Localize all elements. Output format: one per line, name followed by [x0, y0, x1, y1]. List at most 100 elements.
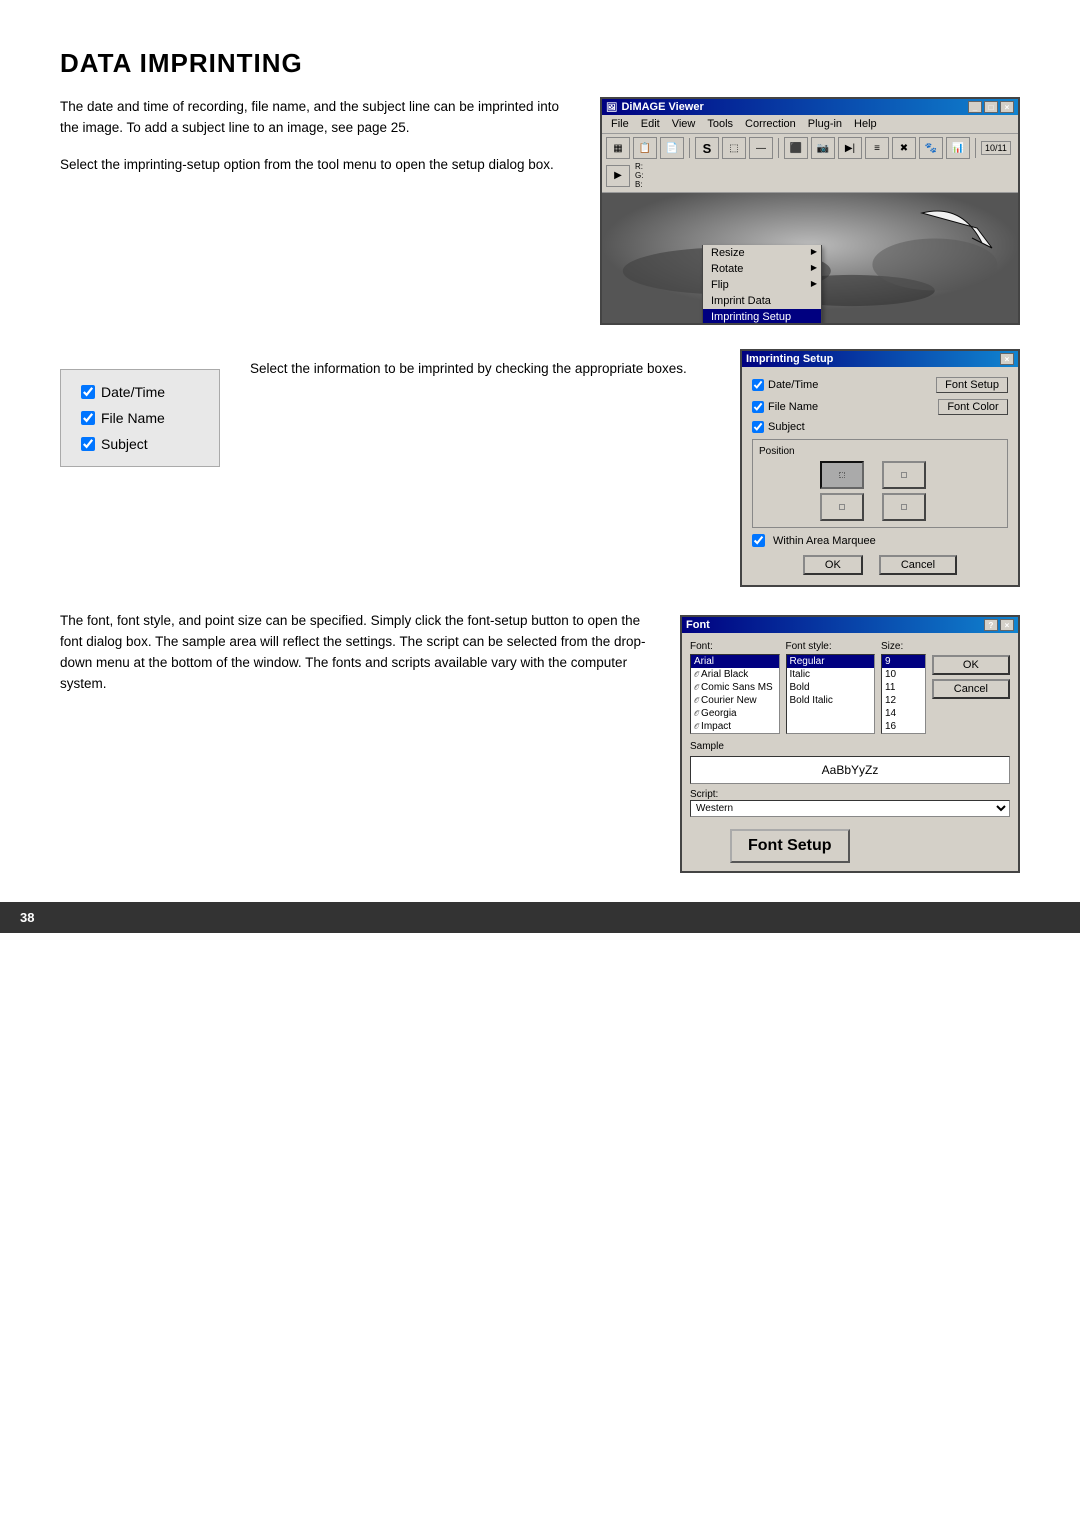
tb-btn-4[interactable]: ⬚ [722, 137, 746, 159]
menu-flip[interactable]: Flip [703, 277, 821, 293]
dlg-cb-subject[interactable] [752, 421, 764, 433]
pos-top-left[interactable] [820, 461, 864, 489]
font-item-4[interactable]: 𝒪Georgia [691, 707, 779, 720]
minimize-button[interactable]: _ [968, 101, 982, 113]
size-item-3[interactable]: 12 [882, 694, 925, 707]
maximize-button[interactable]: □ [984, 101, 998, 113]
imprinting-title: Imprinting Setup [746, 353, 833, 365]
ok-button[interactable]: OK [803, 555, 863, 575]
cb-subject: Subject [81, 436, 199, 452]
row-datetime: Date/Time Font Setup [752, 377, 1008, 393]
imprinting-titlebar: Imprinting Setup × [742, 351, 1018, 367]
menu-help[interactable]: Help [849, 117, 882, 131]
font-name-label: Font: [690, 641, 780, 652]
paragraph1: The date and time of recording, file nam… [60, 97, 570, 139]
pos-bottom-left[interactable] [820, 493, 864, 521]
menu-view[interactable]: View [667, 117, 701, 131]
style-selected: Regular [787, 655, 875, 668]
font-item-1[interactable]: 𝒪Arial Black [691, 668, 779, 681]
tb-btn-7[interactable]: 📷 [811, 137, 835, 159]
font-item-3[interactable]: 𝒪Courier New [691, 694, 779, 707]
size-item-1[interactable]: 10 [882, 668, 925, 681]
font-item-2[interactable]: 𝒪Comic Sans MS [691, 681, 779, 694]
tb-btn-5[interactable]: — [749, 137, 773, 159]
font-title: Font [686, 619, 710, 631]
font-ok-button[interactable]: OK [932, 655, 1010, 675]
tb-btn-2[interactable]: 📋 [633, 137, 657, 159]
pos-top-right[interactable] [882, 461, 926, 489]
size-item-4[interactable]: 14 [882, 707, 925, 720]
menu-correction[interactable]: Correction [740, 117, 801, 131]
paragraph4: The font, font style, and point size can… [60, 611, 650, 695]
style-item-1[interactable]: Italic [787, 668, 875, 681]
cb-filename-input[interactable] [81, 411, 95, 425]
tb-btn-s[interactable]: S [695, 137, 719, 159]
menu-tools[interactable]: Tools [702, 117, 738, 131]
script-label: Script: [690, 789, 718, 800]
cb-datetime-input[interactable] [81, 385, 95, 399]
imprinting-close-btn[interactable]: × [1000, 353, 1014, 365]
tb-btn-11[interactable]: 🐾 [919, 137, 943, 159]
tb-btn-1[interactable]: ▦ [606, 137, 630, 159]
size-listbox[interactable]: 9 10 11 12 14 16 18 [881, 654, 926, 734]
pos-indicator-tl [839, 472, 845, 478]
size-item-6[interactable]: 18 [882, 733, 925, 734]
dimage-titlebar: 🖼 DiMAGE Viewer _ □ × [602, 99, 1018, 115]
menu-file[interactable]: File [606, 117, 634, 131]
font-item-5[interactable]: 𝒪Impact [691, 720, 779, 733]
bottom-section: The font, font style, and point size can… [60, 611, 1020, 873]
menu-edit[interactable]: Edit [636, 117, 665, 131]
tb-btn-3[interactable]: 📄 [660, 137, 684, 159]
within-area-row: Within Area Marquee [752, 534, 1008, 547]
pos-indicator-br [901, 504, 907, 510]
font-style-label: Font style: [786, 641, 876, 652]
paragraph2: Select the imprinting-setup option from … [60, 155, 570, 176]
close-button[interactable]: × [1000, 101, 1014, 113]
pos-indicator-bl [839, 504, 845, 510]
font-close-btn[interactable]: × [1000, 619, 1014, 631]
pos-bottom-right[interactable] [882, 493, 926, 521]
font-item-6[interactable]: 𝒪Lucida Console [691, 733, 779, 734]
menu-resize[interactable]: Resize [703, 245, 821, 261]
size-item-5[interactable]: 16 [882, 720, 925, 733]
style-listbox[interactable]: Regular Italic Bold Bold Italic [786, 654, 876, 734]
tb-btn-9[interactable]: ≡ [865, 137, 889, 159]
menu-imprinting-setup[interactable]: Imprinting Setup [703, 309, 821, 323]
within-area-label: Within Area Marquee [773, 535, 876, 547]
page-content: DATA IMPRINTING The date and time of rec… [0, 0, 1080, 933]
font-setup-button[interactable]: Font Setup [936, 377, 1008, 393]
cb-datetime-label: Date/Time [101, 384, 165, 400]
dimage-screenshot: 🖼 DiMAGE Viewer _ □ × File Edit View Too… [600, 97, 1020, 325]
top-content-area: The date and time of recording, file nam… [60, 97, 1020, 325]
dlg-datetime-label: Date/Time [768, 379, 818, 391]
menu-plugin[interactable]: Plug-in [803, 117, 847, 131]
subject-checkbox-group: Subject [752, 421, 805, 433]
tb-btn-10[interactable]: ✖ [892, 137, 916, 159]
cb-subject-input[interactable] [81, 437, 95, 451]
font-cancel-button[interactable]: Cancel [932, 679, 1010, 699]
font-win-controls: ? × [984, 619, 1014, 631]
tb-btn-8[interactable]: ▶| [838, 137, 862, 159]
dlg-cb-datetime[interactable] [752, 379, 764, 391]
sample-area: AaBbYyZz [690, 756, 1010, 784]
font-help-btn[interactable]: ? [984, 619, 998, 631]
font-listbox[interactable]: Arial 𝒪Arial Black 𝒪Comic Sans MS 𝒪Couri… [690, 654, 780, 734]
font-color-button[interactable]: Font Color [938, 399, 1008, 415]
tb-btn-12[interactable]: 📊 [946, 137, 970, 159]
within-area-checkbox[interactable] [752, 534, 765, 547]
dlg-filename-label: File Name [768, 401, 818, 413]
menu-bar: File Edit View Tools Correction Plug-in … [602, 115, 1018, 134]
tb-btn-6[interactable]: ⬛ [784, 137, 808, 159]
cancel-button[interactable]: Cancel [879, 555, 957, 575]
style-item-3[interactable]: Bold Italic [787, 694, 875, 707]
size-item-2[interactable]: 11 [882, 681, 925, 694]
font-name-col: Font: Arial 𝒪Arial Black 𝒪Comic Sans MS … [690, 641, 780, 734]
dlg-cb-filename[interactable] [752, 401, 764, 413]
font-setup-main-button[interactable]: Font Setup [730, 829, 850, 863]
style-item-2[interactable]: Bold [787, 681, 875, 694]
dimage-icon: 🖼 [606, 102, 617, 113]
script-select[interactable]: Western [690, 800, 1010, 817]
tb-btn-arrow[interactable]: ▶ [606, 165, 630, 187]
menu-rotate[interactable]: Rotate [703, 261, 821, 277]
menu-imprint-data[interactable]: Imprint Data [703, 293, 821, 309]
